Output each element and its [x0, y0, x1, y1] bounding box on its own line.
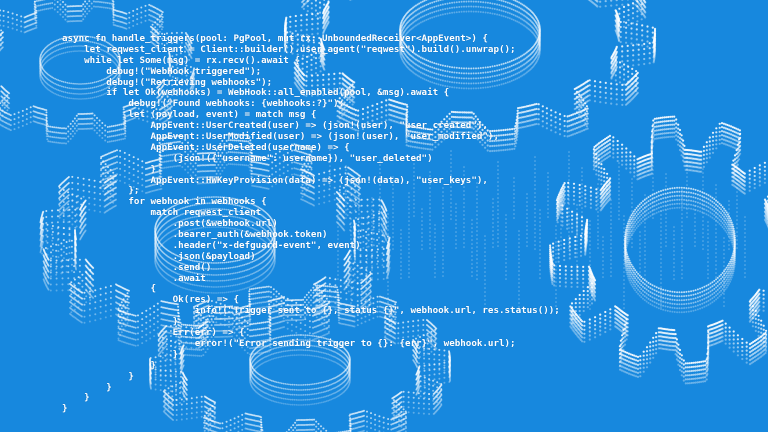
wallpaper-canvas: async fn handle_triggers(pool: PgPool, m… — [0, 0, 768, 432]
dotted-gear — [549, 115, 768, 385]
code-snippet: async fn handle_triggers(pool: PgPool, m… — [62, 33, 560, 415]
code-line: } — [62, 163, 157, 175]
code-line: } — [62, 370, 134, 382]
code-line: debug!("WebHook triggered"); — [62, 65, 262, 77]
code-line: } — [62, 403, 68, 415]
code-line: .send() — [62, 261, 212, 273]
code-line: } — [62, 392, 90, 404]
code-line: } — [62, 381, 112, 393]
code-line: } — [62, 359, 157, 371]
